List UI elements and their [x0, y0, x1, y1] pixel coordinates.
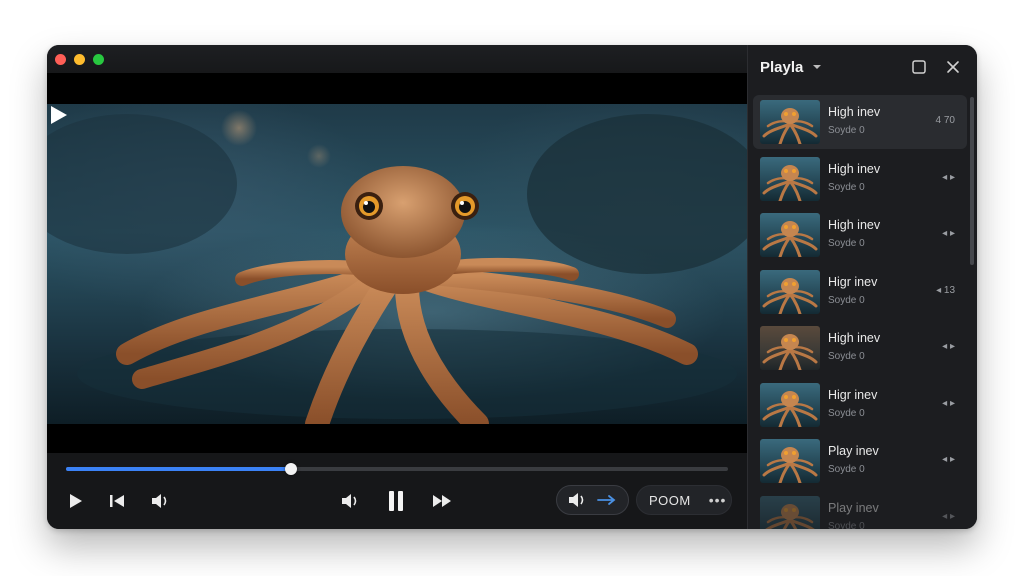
thumbnail: [760, 326, 820, 370]
playlist-item[interactable]: High inev Soyde 0 ◂ ▸: [753, 208, 967, 262]
item-subtitle: Soyde 0: [828, 407, 865, 419]
octopus-thumbnail-image: [762, 334, 818, 370]
item-title: High inev: [828, 218, 881, 232]
pause-button[interactable]: [385, 489, 407, 513]
volume-icon: [569, 493, 584, 507]
item-meta: ◂ ▸: [942, 510, 955, 522]
playlist-panel: Playla High inev Soyde 0 4 70 High inev Soyd…: [747, 45, 977, 529]
item-meta: ◂ ▸: [942, 171, 955, 183]
playlist-item[interactable]: Higr inev Soyde 0 ◂ 13: [753, 265, 967, 319]
thumbnail: [760, 382, 820, 427]
close-icon[interactable]: [945, 59, 961, 75]
octopus-thumbnail-image: [764, 503, 816, 529]
playlist-item[interactable]: High inev Soyde 0 4 70: [753, 95, 967, 149]
fast-forward-icon: [433, 495, 451, 507]
octopus-video-image: [47, 110, 747, 424]
thumbnail: [760, 439, 820, 483]
control-bar: POOM •••: [47, 453, 747, 529]
thumbnail: [760, 495, 820, 529]
thumbnail: [760, 100, 820, 144]
video-frame[interactable]: [47, 104, 747, 424]
zoom-pill[interactable]: POOM •••: [636, 485, 732, 515]
playlist-scrollbar[interactable]: [970, 97, 974, 265]
thumbnail: [760, 156, 820, 201]
item-title: Play inev: [828, 500, 879, 515]
item-meta: ◂ 13: [936, 284, 955, 296]
minimize-window-button[interactable]: [74, 54, 85, 65]
zoom-label: POOM: [649, 492, 691, 508]
previous-button[interactable]: [107, 491, 127, 511]
pause-icon: [389, 491, 403, 511]
item-subtitle: Soyde 0: [828, 125, 865, 136]
audio-button[interactable]: [339, 491, 361, 511]
item-title: Higr inev: [828, 387, 878, 402]
video-area: [47, 73, 747, 453]
thumbnail: [760, 213, 820, 257]
item-title: High inev: [828, 161, 881, 176]
item-subtitle: Soyde 0: [828, 294, 865, 306]
seek-bar[interactable]: [66, 463, 728, 475]
playlist-item[interactable]: Higr inev Soyde 0 ◂ ▸: [753, 378, 967, 432]
item-meta: 4 70: [935, 115, 955, 126]
volume-button[interactable]: [149, 491, 171, 511]
octopus-thumbnail-image: [762, 277, 818, 314]
item-meta: ◂ ▸: [942, 341, 955, 352]
maximize-icon[interactable]: [911, 59, 927, 75]
octopus-thumbnail-image: [762, 164, 818, 201]
skip-back-icon: [110, 495, 124, 507]
arrow-right-icon: [597, 495, 616, 505]
play-icon: [70, 494, 82, 508]
more-options-icon[interactable]: •••: [709, 492, 727, 508]
item-subtitle: Soyde 0: [828, 351, 865, 362]
close-window-button[interactable]: [55, 54, 66, 65]
playlist-item[interactable]: Play inev Soyde 0 ◂ ▸: [753, 434, 967, 488]
item-title: High inev: [828, 105, 881, 119]
seek-handle[interactable]: [285, 463, 298, 475]
zoom-window-button[interactable]: [93, 54, 104, 65]
octopus-thumbnail-image: [762, 447, 818, 483]
title-bar: [47, 45, 747, 73]
octopus-thumbnail-image: [762, 221, 818, 257]
item-subtitle: Soyde 0: [828, 238, 865, 249]
playlist-item[interactable]: High inev Soyde 0 ◂ ▸: [753, 152, 967, 206]
playlist-title: Playla: [760, 59, 804, 76]
octopus-thumbnail-image: [762, 108, 818, 144]
item-meta: ◂ ▸: [942, 397, 955, 409]
volume-icon: [152, 494, 167, 508]
play-overlay-icon[interactable]: [47, 104, 69, 126]
octopus-thumbnail-image: [762, 390, 818, 427]
seek-progress: [66, 467, 292, 471]
item-subtitle: Soyde 0: [828, 181, 865, 193]
item-meta: ◂ ▸: [942, 228, 955, 239]
player-window: POOM ••• Playla High inev Soyde 04 70 High…: [47, 45, 977, 529]
playlist-item[interactable]: Play inev Soyde 0 ◂ ▸: [753, 491, 967, 530]
item-title: Higr inev: [828, 274, 878, 289]
speaker-icon: [342, 494, 357, 508]
item-title: High inev: [828, 331, 881, 345]
playlist-item[interactable]: High inev Soyde 0 ◂ ▸: [753, 321, 967, 375]
item-title: Play inev: [828, 444, 879, 458]
chevron-down-icon[interactable]: [812, 64, 822, 70]
item-meta: ◂ ▸: [942, 454, 955, 465]
audio-output-pill[interactable]: [556, 485, 629, 515]
item-subtitle: Soyde 0: [828, 520, 865, 530]
item-subtitle: Soyde 0: [828, 464, 865, 475]
play-button[interactable]: [65, 491, 85, 511]
fast-forward-button[interactable]: [431, 491, 453, 511]
thumbnail: [760, 269, 820, 314]
